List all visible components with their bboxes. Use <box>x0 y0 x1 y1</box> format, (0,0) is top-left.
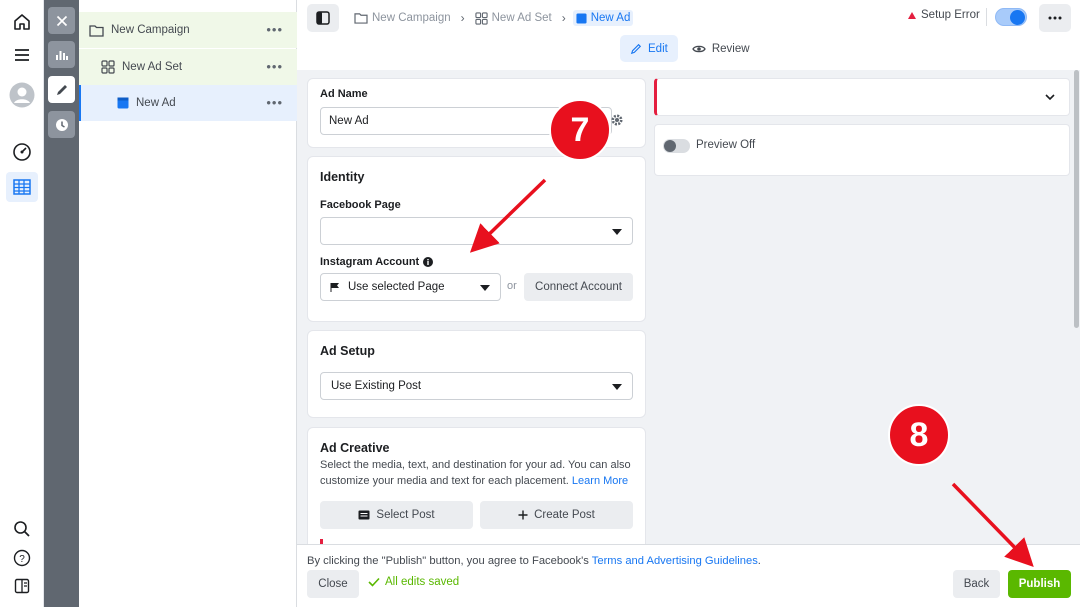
step-7-badge: 7 <box>549 99 611 161</box>
annotation-arrow-8 <box>951 482 1034 568</box>
annotation-arrow-7 <box>469 178 547 253</box>
annotation-arrows <box>469 178 1034 568</box>
step-8-badge: 8 <box>888 404 950 466</box>
